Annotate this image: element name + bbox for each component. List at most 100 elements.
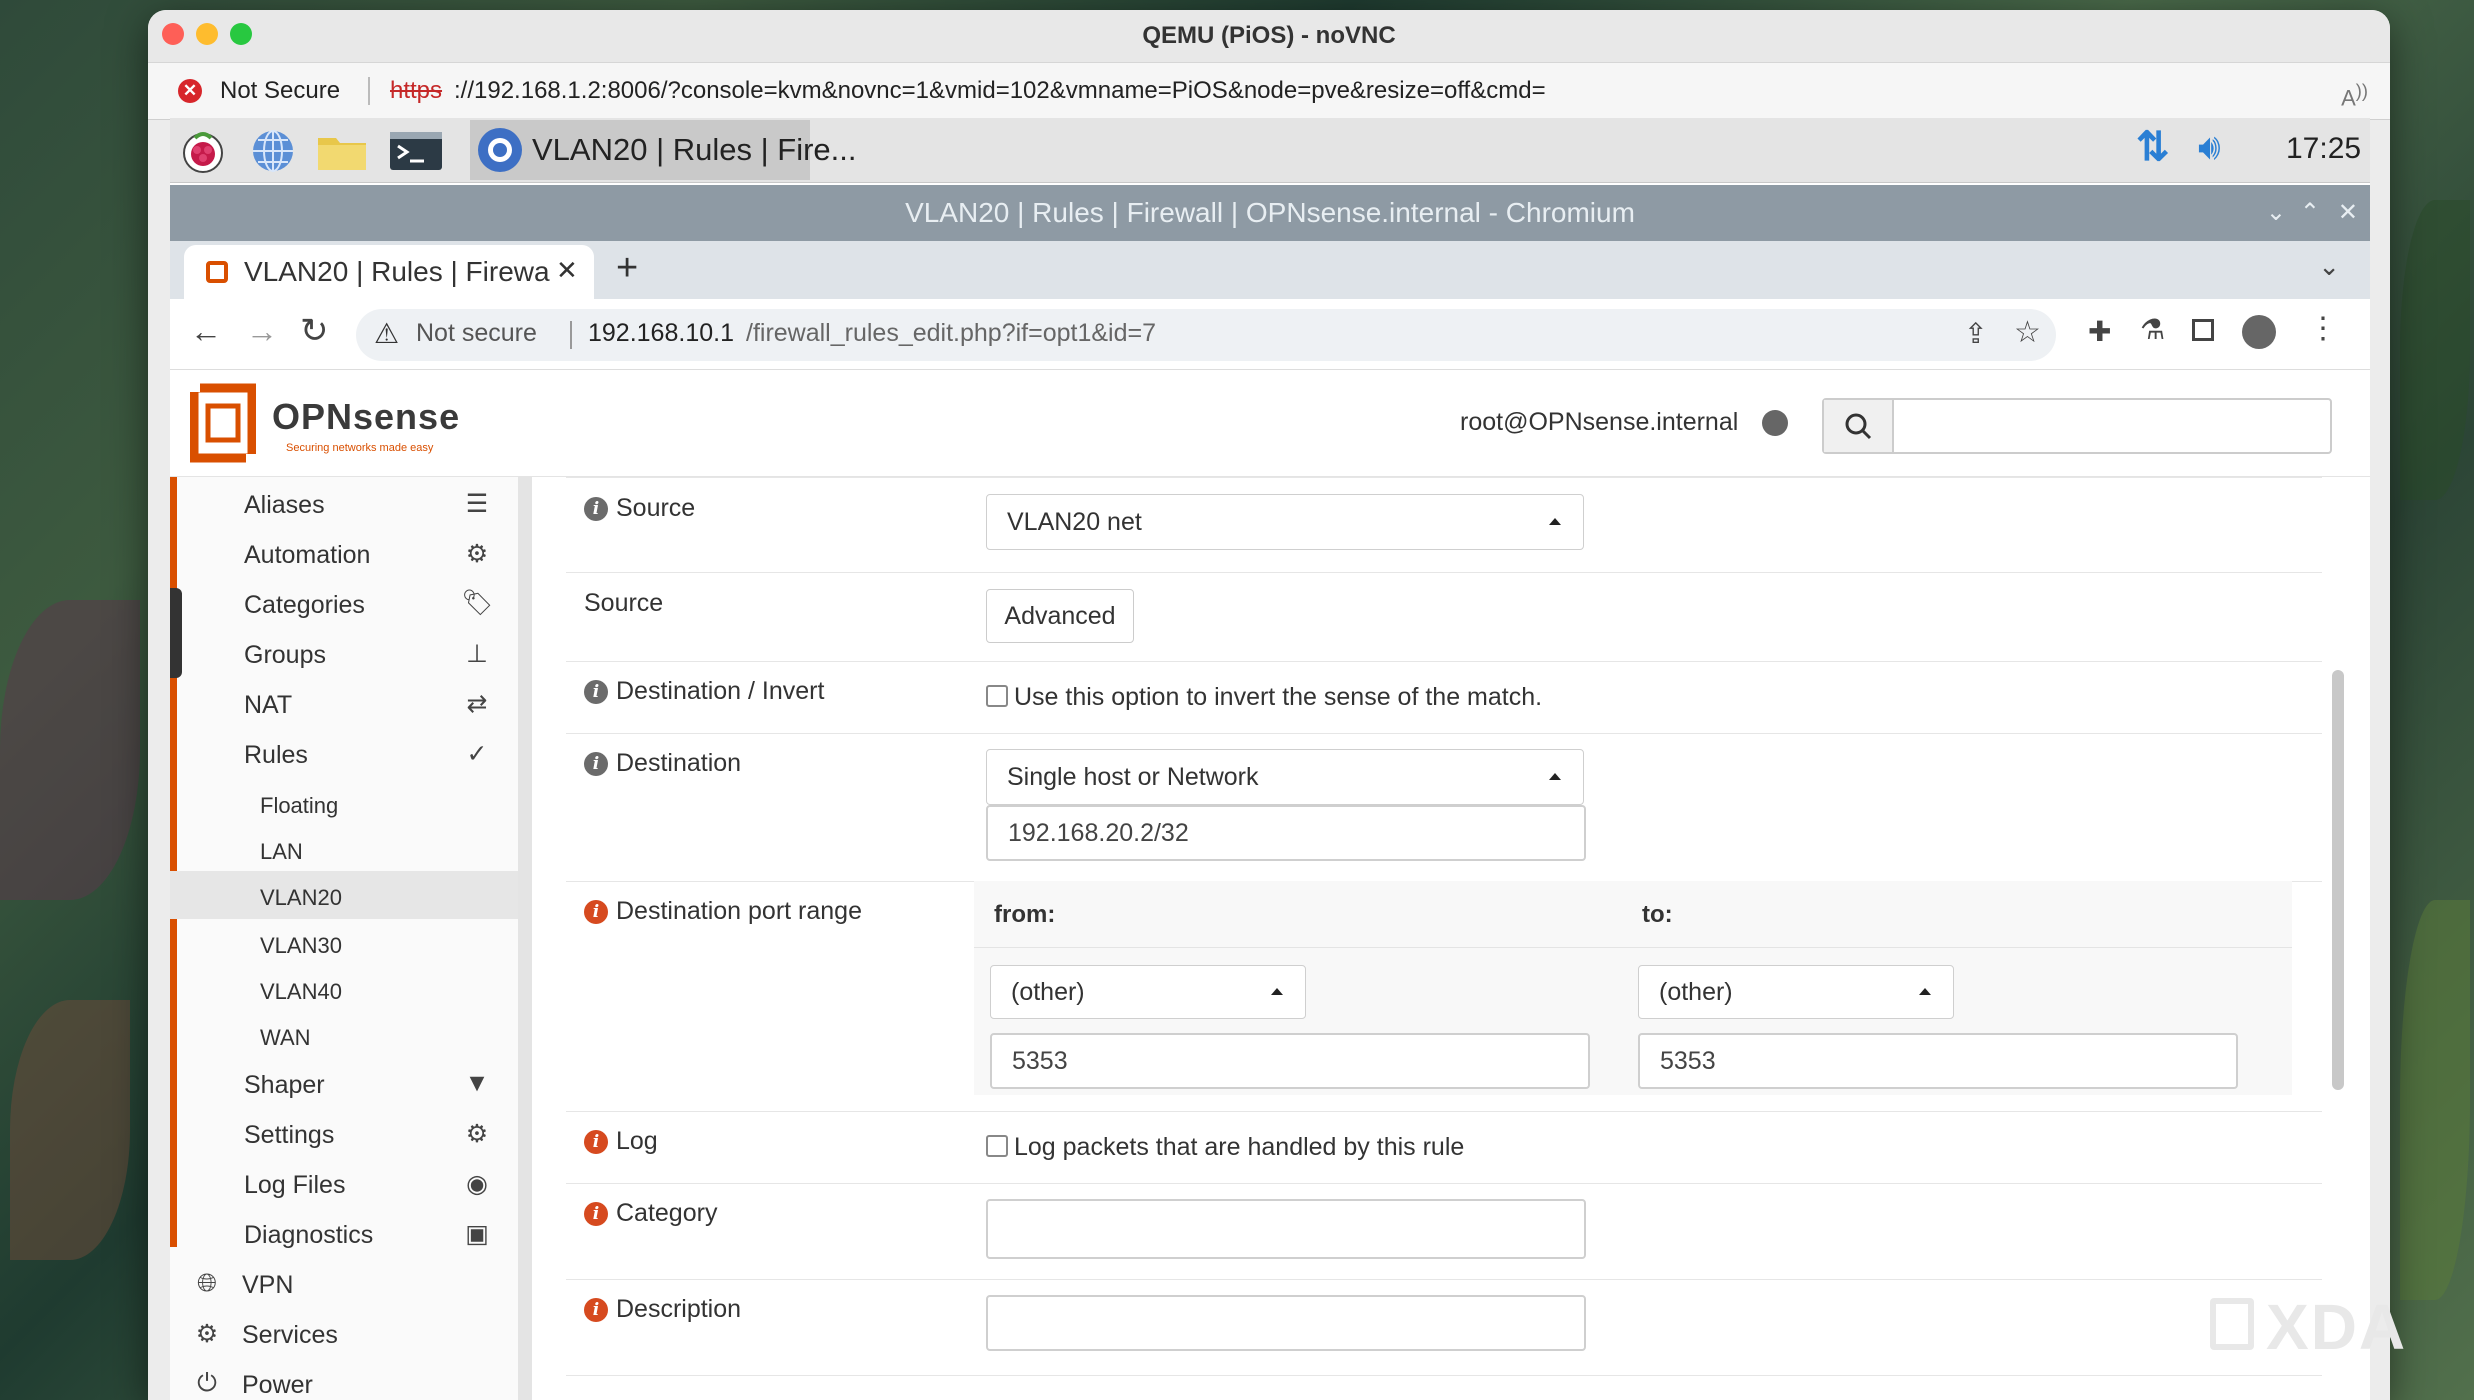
description-input[interactable]	[986, 1295, 1586, 1351]
cog-icon: ⚙	[195, 1320, 219, 1348]
chevron-up-icon[interactable]: ⌃	[2300, 185, 2320, 241]
sidebar-item-aliases[interactable]: Aliases ☰	[170, 479, 518, 529]
form-row-source-advanced: Source Advanced	[566, 571, 2322, 662]
sidebar-subitem-vlan40[interactable]: VLAN40	[170, 965, 518, 1011]
from-port-input[interactable]: 5353	[990, 1033, 1590, 1089]
sidebar: Aliases ☰ Automation ⚙ Categories 🏷︎ Gro…	[170, 477, 518, 1400]
sidebar-item-automation[interactable]: Automation ⚙	[170, 529, 518, 579]
description-label: Description	[616, 1295, 742, 1323]
sidebar-item-services[interactable]: ⚙ Services	[170, 1309, 518, 1359]
close-icon[interactable]: ✕	[2338, 185, 2358, 241]
to-port-input[interactable]: 5353	[1638, 1033, 2238, 1089]
file-manager-icon[interactable]	[314, 128, 366, 174]
side-panel-icon[interactable]	[2192, 319, 2214, 341]
profile-avatar[interactable]	[2242, 315, 2276, 349]
info-icon[interactable]: i	[584, 1201, 608, 1226]
sidebar-item-vpn[interactable]: 🌐︎ VPN	[170, 1259, 518, 1309]
mac-title-bar: QEMU (PiOS) - noVNC	[148, 10, 2390, 63]
divider	[974, 947, 2292, 948]
form-row-description: i Description	[566, 1279, 2322, 1376]
back-icon[interactable]: ←	[190, 313, 222, 350]
read-aloud-icon[interactable]: A))	[2341, 63, 2368, 126]
new-tab-button[interactable]: +	[616, 247, 638, 290]
mac-browser-window: QEMU (PiOS) - noVNC ✕ Not Secure https :…	[148, 10, 2390, 1400]
log-checkbox[interactable]	[986, 1135, 1008, 1157]
advanced-button[interactable]: Advanced	[986, 589, 1134, 643]
page-scrollbar[interactable]	[2332, 670, 2344, 1090]
url-path: /firewall_rules_edit.php?if=opt1&id=7	[746, 319, 1156, 347]
labs-icon[interactable]: ⚗	[2140, 313, 2165, 346]
tab-search-icon[interactable]: ⌄	[2318, 251, 2340, 282]
gears-icon: ⚙	[465, 1120, 489, 1148]
sidebar-subitem-wan[interactable]: WAN	[170, 1011, 518, 1057]
info-icon[interactable]: i	[584, 899, 608, 924]
browser-tab[interactable]: VLAN20 | Rules | Firewa ✕	[184, 245, 594, 299]
extensions-icon[interactable]: ✚	[2088, 315, 2111, 348]
chevron-down-icon[interactable]: ⌄	[2266, 185, 2286, 241]
port-range-table: from: to: (other) (other) 5353 5353	[974, 881, 2292, 1095]
xda-watermark: XDA	[2210, 1290, 2450, 1370]
background-foliage	[2400, 200, 2470, 500]
raspberry-menu-icon[interactable]	[178, 128, 228, 174]
not-secure-chip: Not secure	[416, 319, 537, 347]
eye-icon: ◉	[466, 1170, 488, 1198]
sidebar-item-settings[interactable]: Settings ⚙	[170, 1109, 518, 1159]
log-text: Log packets that are handled by this rul…	[1014, 1133, 1465, 1161]
log-label: Log	[616, 1127, 658, 1155]
vnc-side-handle[interactable]	[170, 588, 182, 678]
category-input[interactable]	[986, 1199, 1586, 1259]
menu-kebab-icon[interactable]: ⋮	[2308, 311, 2338, 346]
volume-icon[interactable]: 🔊︎	[2198, 126, 2221, 169]
user-label[interactable]: root@OPNsense.internal	[1460, 408, 1738, 437]
opnsense-logo[interactable]: OPNsense Securing networks made easy	[189, 382, 470, 464]
search-box[interactable]	[1822, 398, 2332, 454]
omnibox[interactable]: ⚠ Not secure 192.168.10.1 /firewall_rule…	[356, 309, 2056, 361]
source-select[interactable]: VLAN20 net	[986, 494, 1584, 550]
destination-type-select[interactable]: Single host or Network	[986, 749, 1584, 805]
share-icon[interactable]: ⇪	[1964, 317, 1987, 350]
sidebar-item-diagnostics[interactable]: Diagnostics ▣	[170, 1209, 518, 1259]
mac-address-bar[interactable]: ✕ Not Secure https ://192.168.1.2:8006/?…	[148, 63, 2390, 120]
port-range-label: Destination port range	[616, 897, 862, 925]
destination-address-input[interactable]: 192.168.20.2/32	[986, 805, 1586, 861]
xda-logo-mark	[2210, 1298, 2254, 1350]
background-foliage	[0, 600, 140, 900]
sidebar-item-power[interactable]: ⏻ Power	[170, 1359, 518, 1400]
info-icon[interactable]: i	[584, 679, 608, 704]
info-icon[interactable]: i	[584, 751, 608, 776]
sidebar-item-log-files[interactable]: Log Files ◉	[170, 1159, 518, 1209]
url-scheme: https	[390, 77, 443, 104]
terminal-icon[interactable]	[388, 128, 442, 174]
reload-icon[interactable]: ↻	[300, 311, 329, 351]
info-icon[interactable]: i	[584, 496, 608, 521]
sidebar-subitem-vlan30[interactable]: VLAN30	[170, 919, 518, 965]
destination-invert-checkbox[interactable]	[986, 685, 1008, 707]
category-label: Category	[616, 1199, 718, 1227]
vnc-screen[interactable]: VLAN20 | Rules | Fire... ⇅ 🔊︎ 17:25 VLAN…	[170, 118, 2370, 1400]
sidebar-subitem-lan[interactable]: LAN	[170, 825, 518, 871]
info-icon[interactable]: i	[584, 1129, 608, 1154]
forward-icon[interactable]: →	[246, 313, 278, 350]
search-button[interactable]	[1824, 400, 1894, 452]
search-input[interactable]	[1896, 404, 2320, 446]
from-port-select[interactable]: (other)	[990, 965, 1306, 1019]
sidebar-subitem-floating[interactable]: Floating	[170, 779, 518, 825]
network-icon[interactable]: ⇅	[2136, 124, 2170, 170]
to-port-select[interactable]: (other)	[1638, 965, 1954, 1019]
logo-tagline: Securing networks made easy	[286, 442, 434, 454]
sidebar-item-groups[interactable]: Groups ⊥	[170, 629, 518, 679]
sidebar-item-nat[interactable]: NAT ⇄	[170, 679, 518, 729]
sidebar-subitem-vlan20[interactable]: VLAN20	[170, 871, 518, 919]
caret-up-icon	[1919, 988, 1931, 995]
taskbar-chromium-task[interactable]: VLAN20 | Rules | Fire...	[470, 120, 857, 180]
web-browser-icon[interactable]	[248, 128, 298, 174]
warning-icon: ⚠	[374, 318, 400, 349]
sidebar-item-rules[interactable]: Rules ✓	[170, 729, 518, 779]
bookmark-star-icon[interactable]: ☆	[2014, 315, 2041, 350]
check-icon: ✓	[466, 740, 488, 768]
to-label: to:	[1642, 901, 1673, 928]
sidebar-item-shaper[interactable]: Shaper ▼	[170, 1059, 518, 1109]
sidebar-item-categories[interactable]: Categories 🏷︎	[170, 579, 518, 629]
info-icon[interactable]: i	[584, 1297, 608, 1322]
tab-close-icon[interactable]: ✕	[556, 255, 578, 286]
